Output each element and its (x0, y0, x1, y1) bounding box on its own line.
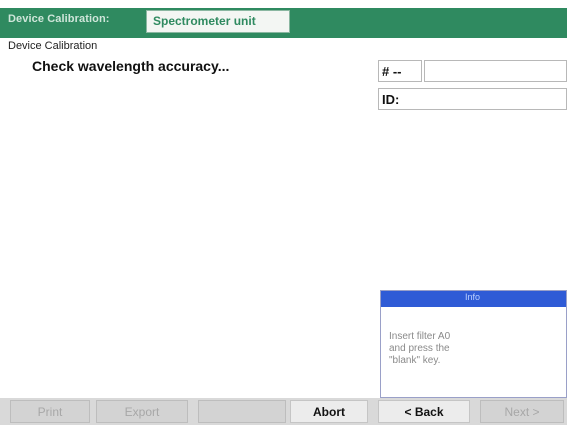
info-message-titlebar: Info (381, 291, 566, 307)
info-message-box: Info Insert filter A0 and press the "bla… (380, 290, 567, 398)
instruction-text: Check wavelength accuracy... (32, 58, 230, 74)
device-calibration-screen: Device Calibration: Spectrometer unit De… (0, 0, 567, 425)
info-message-title: Info (465, 292, 481, 302)
back-button[interactable]: < Back (378, 400, 470, 423)
print-button[interactable]: Print (10, 400, 90, 423)
abort-button[interactable]: Abort (290, 400, 368, 423)
next-button[interactable]: Next > (480, 400, 564, 423)
id-field[interactable] (378, 88, 567, 110)
export-button[interactable]: Export (96, 400, 188, 423)
print-button-label: Print (37, 405, 63, 419)
info-message-line: Insert filter A0 (389, 331, 451, 342)
abort-button-label: Abort (313, 405, 345, 419)
next-button-label: Next > (504, 405, 540, 419)
info-message-line: and press the (389, 343, 450, 354)
empty-softkey[interactable] (198, 400, 286, 423)
export-button-label: Export (124, 405, 160, 419)
softkey-bar: Print Export Abort < Back Next > (0, 398, 567, 425)
back-button-label: < Back (404, 405, 444, 419)
tab-spectrometer-unit[interactable]: Spectrometer unit (146, 10, 290, 33)
title-device-calibration: Device Calibration: (8, 13, 110, 25)
tab-spectrometer-unit-label: Spectrometer unit (153, 14, 256, 28)
number-value-field[interactable] (424, 60, 567, 82)
info-message-text: Insert filter A0 and press the "blank" k… (389, 331, 450, 367)
page-subtitle: Device Calibration (8, 40, 98, 52)
id-label: ID: (382, 92, 400, 107)
number-label: # -- (382, 64, 402, 79)
info-message-line: "blank" key. (389, 355, 441, 366)
